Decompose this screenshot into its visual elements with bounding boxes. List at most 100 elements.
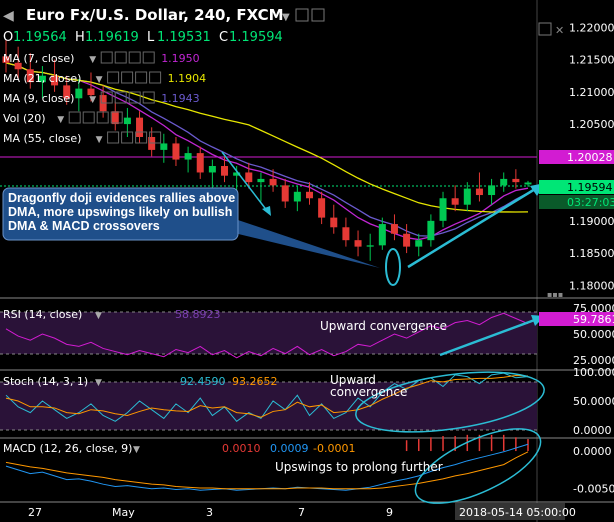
- candle-body: [342, 227, 350, 241]
- ohlc-key-h: H: [75, 30, 85, 45]
- callout-text: Dragonfly doji evidences rallies above D…: [8, 191, 236, 233]
- price-tick: 1.21500: [569, 54, 614, 67]
- candle-body: [196, 153, 204, 173]
- symbol-title[interactable]: Euro Fx/U.S. Dollar, 240, FXCM: [26, 6, 284, 24]
- candle-body: [75, 88, 83, 99]
- macd-tick: -0.0050: [573, 483, 614, 496]
- candle-body: [293, 191, 301, 202]
- candle-body: [378, 224, 386, 246]
- rsi-value: 58.8923: [175, 308, 221, 321]
- stoch-tick: 0.0000: [573, 424, 612, 437]
- indicator-label-3[interactable]: Vol (20): [3, 112, 46, 125]
- candle-body: [475, 188, 483, 196]
- candle-body: [439, 198, 447, 221]
- rsi-tick: 75.0000: [573, 302, 614, 315]
- time-tick: 3: [206, 506, 213, 519]
- ohlc-key-o: O: [3, 30, 13, 45]
- stoch-label[interactable]: Stoch (14, 3, 1): [3, 375, 88, 388]
- collapse-icon[interactable]: ◀: [3, 8, 14, 24]
- candle-body: [257, 178, 265, 183]
- price-tick: 1.18000: [569, 279, 614, 292]
- candle-body: [160, 143, 168, 150]
- indicator-value-1: 1.1904: [168, 72, 207, 85]
- rsi-tick: 25.0000: [573, 354, 614, 367]
- candle-body: [245, 172, 253, 183]
- candle-body: [172, 143, 180, 160]
- candle-body: [111, 111, 119, 125]
- stoch-tick: 50.0000: [573, 395, 614, 408]
- candle-body: [305, 191, 313, 199]
- price-tick: 1.21000: [569, 86, 614, 99]
- macd-signal-value: -0.0001: [313, 442, 355, 455]
- candle-body: [184, 153, 192, 160]
- pane-resize-handle-icon[interactable]: ▪▪▪: [547, 290, 563, 299]
- indicator-dropdown-icon-4[interactable]: ▼: [96, 135, 103, 145]
- stoch-dropdown-icon[interactable]: ▼: [95, 378, 102, 388]
- indicator-dropdown-icon-1[interactable]: ▼: [96, 75, 103, 85]
- time-tick: 9: [386, 506, 393, 519]
- rsi-label[interactable]: RSI (14, close): [3, 308, 82, 321]
- candle-body: [524, 182, 532, 185]
- candle-body: [221, 166, 229, 176]
- time-tick: 7: [298, 506, 305, 519]
- price-tick: 1.19000: [569, 215, 614, 228]
- stoch-tick: 100.0000: [573, 366, 614, 379]
- candle-body: [366, 245, 374, 247]
- candle-body: [390, 224, 398, 234]
- macd-label[interactable]: MACD (12, 26, close, 9): [3, 442, 132, 455]
- candle-body: [427, 220, 435, 241]
- candle-body: [463, 188, 471, 205]
- candle-body: [269, 178, 277, 186]
- rsi-axis: 75.0000 50.0000 25.0000: [573, 302, 614, 367]
- indicator-label-0[interactable]: MA (7, close): [3, 52, 74, 65]
- callout-text-wrap: Dragonfly doji evidences rallies above D…: [8, 191, 236, 233]
- stoch-k-value: 92.4590: [180, 375, 226, 388]
- macd-dropdown-icon[interactable]: ▼: [133, 445, 140, 455]
- indicator-value-2: 1.1943: [161, 92, 200, 105]
- time-tick: May: [112, 506, 135, 519]
- indicator-label-2[interactable]: MA (9, close): [3, 92, 74, 105]
- chart-canvas[interactable]: Dragonfly doji evidences rallies above D…: [0, 0, 614, 522]
- time-tick: 27: [28, 506, 42, 519]
- ohlc-value-c: 1.19594: [229, 30, 283, 45]
- indicator-dropdown-icon-0[interactable]: ▼: [89, 55, 96, 65]
- stoch-axis: 100.0000 50.0000 0.0000: [573, 366, 614, 437]
- indicator-value-0: 1.1950: [161, 52, 200, 65]
- macd-hist-value: 0.0010: [222, 442, 261, 455]
- cursor-time-label: 2018-05-14 05:00:00: [459, 506, 576, 519]
- candle-body: [281, 185, 289, 202]
- candle-body: [123, 117, 131, 125]
- stoch-note-line2: convergence: [330, 385, 407, 399]
- candle-body: [136, 117, 144, 137]
- candle-body: [500, 178, 508, 186]
- macd-tick: 0.0000: [573, 445, 612, 458]
- candle-body: [451, 198, 459, 205]
- rsi-note: Upward convergence: [320, 319, 447, 333]
- candle-body: [415, 240, 423, 247]
- candle-body: [318, 198, 326, 218]
- indicator-label-4[interactable]: MA (55, close): [3, 132, 81, 145]
- ohlc-value-o: 1.19564: [13, 30, 67, 45]
- rsi-tick: 50.0000: [573, 328, 614, 341]
- price-tick: 1.18500: [569, 247, 614, 260]
- ohlc-value-h: 1.19619: [85, 30, 139, 45]
- macd-note: Upswings to prolong further: [275, 460, 443, 474]
- ohlc-value-l: 1.19531: [157, 30, 211, 45]
- indicator-dropdown-icon-3[interactable]: ▼: [57, 115, 64, 125]
- stoch-d-value: 93.2652: [232, 375, 278, 388]
- macd-value: 0.0009: [270, 442, 309, 455]
- price-tick: 1.22000: [569, 21, 614, 34]
- symbol-dropdown-icon[interactable]: ▼: [282, 12, 290, 23]
- candle-body: [354, 240, 362, 247]
- candle-body: [208, 166, 216, 173]
- price-tick: 1.20500: [569, 118, 614, 131]
- indicator-dropdown-icon-2[interactable]: ▼: [89, 95, 96, 105]
- ohlc-key-l: L: [147, 30, 155, 45]
- candle-body: [403, 233, 411, 247]
- last-price-marker-label: 1.19594: [567, 181, 613, 194]
- resistance-marker-label: 1.20028: [567, 151, 613, 164]
- rsi-dropdown-icon[interactable]: ▼: [95, 311, 102, 321]
- countdown-marker-label: 03:27:03: [567, 196, 614, 209]
- indicator-label-1[interactable]: MA (21, close): [3, 72, 81, 85]
- close-icon[interactable]: ✕: [555, 24, 564, 37]
